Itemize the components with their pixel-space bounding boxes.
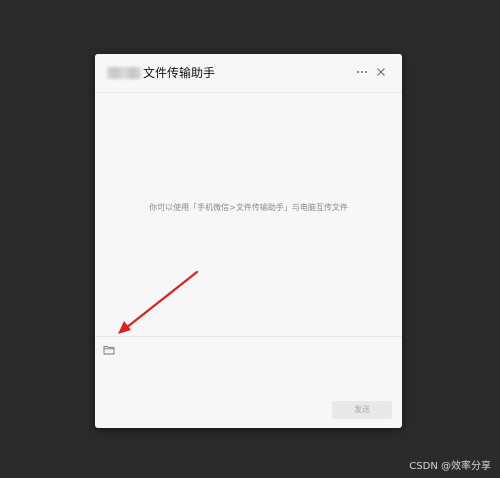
empty-chat-hint: 你可以使用「手机微信>文件传输助手」与电脑互传文件 bbox=[149, 203, 348, 212]
folder-icon bbox=[103, 346, 115, 355]
file-transfer-window: 文件传输助手 你可以使用「手机微信>文件传输助手」与电脑互传文件 发送 bbox=[95, 54, 402, 428]
title-bar: 文件传输助手 bbox=[95, 54, 402, 93]
more-horizontal-icon bbox=[357, 71, 367, 73]
message-input[interactable] bbox=[95, 356, 402, 400]
close-icon bbox=[377, 68, 385, 76]
close-button[interactable] bbox=[375, 66, 387, 78]
window-title: 文件传输助手 bbox=[143, 66, 216, 80]
composer-divider bbox=[95, 336, 402, 337]
csdn-watermark: CSDN @效率分享 bbox=[409, 461, 491, 472]
more-options-button[interactable] bbox=[355, 65, 369, 79]
send-file-button[interactable] bbox=[103, 341, 115, 355]
blurred-avatar bbox=[107, 67, 141, 79]
send-button[interactable]: 发送 bbox=[332, 401, 392, 419]
